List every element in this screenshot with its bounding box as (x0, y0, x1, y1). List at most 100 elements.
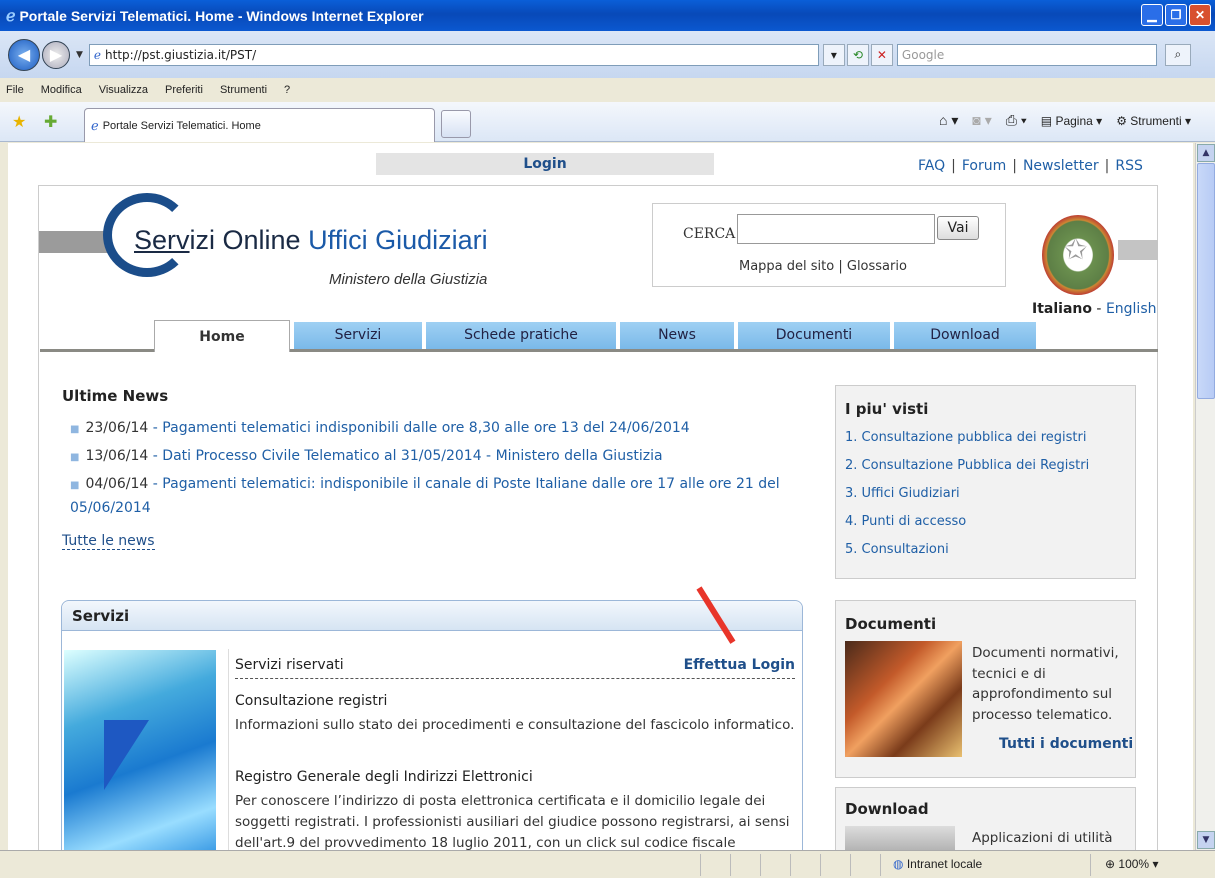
documents-box: Documenti Documenti normativi, tecnici e… (835, 600, 1136, 778)
reserved-services-label: Servizi riservati (235, 657, 344, 673)
home-icon[interactable]: ⌂ ▾ (939, 112, 958, 129)
refresh-icon[interactable]: ⟲ (846, 43, 869, 66)
menu-strumenti[interactable]: Strumenti (220, 84, 267, 96)
page-menu[interactable]: ▤ Pagina ▾ (1041, 114, 1102, 128)
top-links: FAQ | Forum | Newsletter | RSS (918, 158, 1143, 174)
most-viewed-item[interactable]: 2. Consultazione Pubblica dei Registri (845, 458, 1089, 473)
menu-bar: File Modifica Visualizza Preferiti Strum… (0, 78, 1215, 102)
browser-tab[interactable]: ℯ Portale Servizi Telematici. Home (84, 108, 435, 142)
page-icon: ℯ (93, 47, 102, 62)
history-dropdown-icon[interactable]: ▼ (76, 50, 83, 60)
forward-button[interactable]: ▶ (42, 40, 70, 69)
window-titlebar: ℯ Portale Servizi Telematici. Home - Win… (0, 0, 1215, 31)
menu-visualizza[interactable]: Visualizza (99, 84, 148, 96)
lang-english[interactable]: English (1106, 301, 1157, 317)
maximize-button[interactable]: ❐ (1165, 4, 1187, 26)
most-viewed-item[interactable]: 4. Punti di accesso (845, 514, 966, 529)
vertical-scrollbar[interactable]: ▲ ▼ (1195, 143, 1215, 850)
menu-file[interactable]: File (6, 84, 24, 96)
nav-tab-schede-pratiche[interactable]: Schede pratiche (426, 322, 616, 349)
security-zone: ◍ Intranet locale (893, 857, 983, 871)
lang-italiano[interactable]: Italiano (1032, 301, 1092, 317)
feeds-icon[interactable]: ◙ ▾ (972, 112, 991, 129)
nav-tab-home[interactable]: Home (154, 320, 290, 352)
address-field[interactable]: ℯ http://pst.giustizia.it/PST/ (88, 43, 819, 66)
site-search-box: CERCA Vai Mappa del sito | Glossario (652, 203, 1006, 287)
nav-tab-documenti[interactable]: Documenti (738, 322, 890, 349)
services-body: Servizi riservati Effettua Login Consult… (228, 649, 800, 850)
address-dropdown-icon[interactable]: ▾ (822, 43, 845, 66)
header-bar-right (1118, 240, 1158, 260)
add-favorites-icon[interactable]: ✚ (44, 112, 57, 131)
zoom-level[interactable]: ⊕ 100% ▾ (1105, 857, 1158, 871)
stop-icon[interactable]: ✕ (870, 43, 893, 66)
download-box: Download Applicazioni di utilità (835, 787, 1136, 850)
scroll-thumb[interactable] (1197, 163, 1215, 399)
ministero-subtitle: Ministero della Giustizia (329, 271, 488, 288)
header-bar-left (39, 231, 111, 253)
service-title-registri[interactable]: Consultazione registri (235, 693, 387, 709)
page-content: Login FAQ | Forum | Newsletter | RSS Servizi O… (8, 143, 1193, 850)
faq-link[interactable]: FAQ (918, 158, 945, 174)
glossary-link[interactable]: Glossario (847, 259, 907, 274)
news-item[interactable]: ■ 13/06/14 - Dati Processo Civile Telemat… (70, 445, 810, 469)
main-nav: Home Servizi Schede pratiche News Docume… (40, 320, 1158, 352)
print-icon[interactable]: ⎙ ▾ (1006, 112, 1027, 129)
tab-page-icon: ℯ (91, 117, 99, 133)
scroll-down-icon[interactable]: ▼ (1197, 831, 1215, 849)
reserved-services-row: Servizi riservati Effettua Login (235, 657, 795, 679)
tools-menu[interactable]: ⚙ Strumenti ▾ (1116, 114, 1191, 128)
status-bar: ◍ Intranet locale ⊕ 100% ▾ (0, 850, 1215, 878)
service-text-registri: Informazioni sullo stato dei procediment… (235, 717, 795, 733)
new-tab-button[interactable] (441, 110, 471, 138)
search-input[interactable]: Google (896, 43, 1157, 66)
favorites-star-icon[interactable]: ★ (12, 112, 26, 131)
globe-icon: ◍ (893, 857, 904, 871)
search-label: CERCA (683, 226, 736, 242)
services-panel: Servizi Servizi riservati Effettua Login… (61, 600, 803, 850)
window-title: Portale Servizi Telematici. Home - Windo… (19, 7, 424, 24)
menu-preferiti[interactable]: Preferiti (165, 84, 203, 96)
tab-title: Portale Servizi Telematici. Home (102, 119, 261, 132)
menu-modifica[interactable]: Modifica (41, 84, 82, 96)
site-logo-title[interactable]: Servizi Online Uffici Giudiziari (134, 225, 488, 256)
all-news-link[interactable]: Tutte le news (62, 533, 155, 550)
nav-tab-news[interactable]: News (620, 322, 734, 349)
site-search-input[interactable] (737, 214, 935, 244)
scroll-up-icon[interactable]: ▲ (1197, 144, 1215, 162)
forum-link[interactable]: Forum (962, 158, 1006, 174)
most-viewed-item[interactable]: 5. Consultazioni (845, 542, 949, 557)
download-image (845, 826, 955, 850)
documents-image (845, 641, 962, 757)
news-item[interactable]: ■ 04/06/14 - Pagamenti telematici: indisp… (62, 473, 802, 519)
language-switch: Italiano - English (1032, 301, 1157, 317)
all-documents-link[interactable]: Tutti i documenti (999, 736, 1133, 752)
republic-emblem-icon: ✩ (1042, 215, 1114, 295)
zoom-icon: ⊕ (1105, 857, 1116, 871)
download-text: Applicazioni di utilità (972, 830, 1113, 846)
tab-bar: ★ ✚ ℯ Portale Servizi Telematici. Home ⌂… (0, 102, 1215, 142)
cursor-arrow-icon (104, 720, 149, 790)
news-item[interactable]: ■ 23/06/14 - Pagamenti telematici indispo… (70, 417, 810, 441)
service-title-reginde[interactable]: Registro Generale degli Indirizzi Elettr… (235, 769, 533, 785)
sitemap-link[interactable]: Mappa del sito (739, 259, 834, 274)
address-text: http://pst.giustizia.it/PST/ (105, 47, 257, 62)
login-link[interactable]: Login (376, 153, 714, 175)
search-go-button[interactable]: Vai (937, 216, 979, 240)
back-button[interactable]: ◀ (8, 38, 40, 71)
menu-help[interactable]: ? (284, 84, 290, 96)
nav-tab-servizi[interactable]: Servizi (294, 322, 422, 349)
minimize-button[interactable]: ▁ (1141, 4, 1163, 26)
nav-tab-download[interactable]: Download (894, 322, 1036, 349)
services-heading: Servizi (62, 601, 802, 631)
most-viewed-item[interactable]: 3. Uffici Giudiziari (845, 486, 960, 501)
most-viewed-heading: I piu' visti (845, 400, 929, 418)
most-viewed-box: I piu' visti 1. Consultazione pubblica d… (835, 385, 1136, 579)
services-image (64, 650, 216, 850)
newsletter-link[interactable]: Newsletter (1023, 158, 1099, 174)
search-icon[interactable]: ⌕ (1164, 43, 1191, 66)
close-button[interactable]: ✕ (1189, 4, 1211, 26)
effettua-login-link[interactable]: Effettua Login (684, 657, 795, 673)
rss-link[interactable]: RSS (1115, 158, 1143, 174)
most-viewed-item[interactable]: 1. Consultazione pubblica dei registri (845, 430, 1086, 445)
